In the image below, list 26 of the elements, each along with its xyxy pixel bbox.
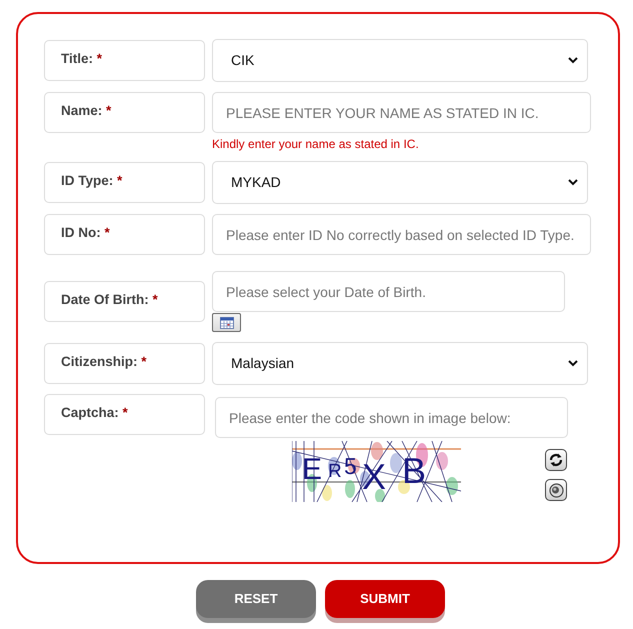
calendar-button[interactable] <box>212 313 241 332</box>
field-label: Title: * <box>44 40 205 81</box>
date-field[interactable]: Please select your Date of Birth. <box>212 271 565 312</box>
refresh-button[interactable] <box>545 449 567 471</box>
field-label: Name: * <box>44 92 205 133</box>
speaker-icon <box>548 482 564 498</box>
chevron-down-icon <box>568 57 578 64</box>
audio-button[interactable] <box>545 479 567 501</box>
field-label: Citizenship: * <box>44 343 205 384</box>
reset-button[interactable]: RESET <box>196 580 316 618</box>
select-field[interactable]: Malaysian <box>212 342 588 385</box>
refresh-icon <box>548 452 564 468</box>
field-label: Captcha: * <box>44 394 205 435</box>
select-field[interactable]: CIK <box>212 39 588 82</box>
chevron-down-icon <box>568 360 578 367</box>
field-label: Date Of Birth: * <box>44 281 205 322</box>
text-field[interactable]: Please enter ID No correctly based on selected ID Type. <box>212 214 591 255</box>
chevron-down-icon <box>568 179 578 186</box>
text-field[interactable]: PLEASE ENTER YOUR NAME AS STATED IN IC. <box>212 92 591 133</box>
field-label: ID No: * <box>44 214 205 255</box>
error-message: Kindly enter your name as stated in IC. <box>212 137 420 151</box>
field-label: ID Type: * <box>44 162 205 203</box>
select-field[interactable]: MYKAD <box>212 161 588 204</box>
captcha-field[interactable]: Please enter the code shown in image below: <box>215 397 568 438</box>
submit-button[interactable]: SUBMIT <box>325 580 445 618</box>
calendar-icon <box>220 316 234 328</box>
